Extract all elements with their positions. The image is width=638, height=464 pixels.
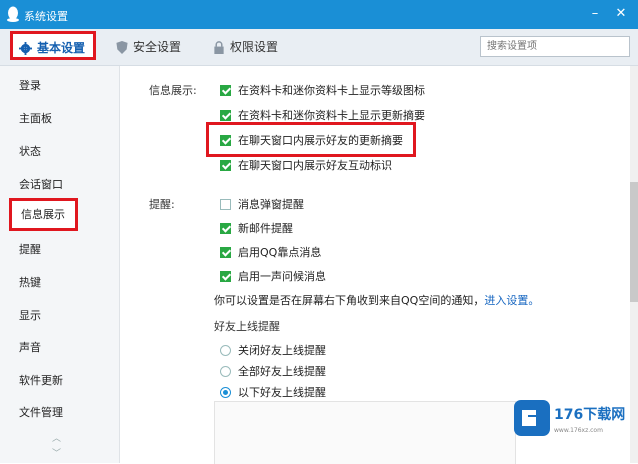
title-bar: 系统设置 – ✕ xyxy=(0,0,638,29)
lock-icon xyxy=(214,41,224,54)
qq-penguin-icon xyxy=(7,6,19,22)
checkbox[interactable] xyxy=(220,270,231,282)
enter-settings-link[interactable]: 进入设置。 xyxy=(484,294,539,307)
sidebar-item-info-display[interactable]: 信息展示 xyxy=(9,198,78,231)
option-level-icon[interactable]: 在资料卡和迷你资料卡上显示等级图标 xyxy=(220,82,425,98)
minimize-button[interactable]: – xyxy=(584,4,606,24)
sidebar-item-reminders[interactable]: 提醒 xyxy=(0,234,119,266)
option-selected-online-reminder[interactable]: 以下好友上线提醒 xyxy=(220,384,326,400)
tab-basic-settings[interactable]: 基本设置 xyxy=(10,31,96,60)
checkbox[interactable] xyxy=(220,222,231,234)
highlight-box xyxy=(206,122,416,157)
window-title: 系统设置 xyxy=(24,10,68,23)
checkbox[interactable] xyxy=(220,246,231,258)
settings-tabs: 基本设置 安全设置 权限设置 xyxy=(0,29,638,66)
radio[interactable] xyxy=(220,344,231,356)
sidebar-item-main-panel[interactable]: 主面板 xyxy=(0,103,119,135)
option-greeting[interactable]: 启用一声问候消息 xyxy=(220,268,326,284)
sidebar-scroll-up-icon[interactable]: ︿ xyxy=(52,431,61,444)
option-disable-online-reminder[interactable]: 关闭好友上线提醒 xyxy=(220,342,326,358)
checkbox[interactable] xyxy=(220,159,231,171)
watermark-brand: 176下载网 xyxy=(554,407,626,423)
friend-list-box[interactable] xyxy=(214,401,516,464)
checkbox[interactable] xyxy=(220,109,231,121)
close-button[interactable]: ✕ xyxy=(610,4,632,24)
reminders-label: 提醒: xyxy=(149,198,175,211)
sidebar: 登录 主面板 状态 会话窗口 信息展示 提醒 热键 显示 声音 软件更新 文件管… xyxy=(0,66,120,463)
content-scrollbar-thumb[interactable] xyxy=(630,182,638,302)
tab-label: 基本设置 xyxy=(37,41,86,55)
radio[interactable] xyxy=(220,365,231,377)
option-popup-reminder[interactable]: 消息弹窗提醒 xyxy=(220,196,304,212)
checkbox[interactable] xyxy=(220,84,231,96)
search-input[interactable] xyxy=(480,36,630,57)
sidebar-scroll-down-icon[interactable]: ﹀ xyxy=(52,446,61,459)
sidebar-item-display[interactable]: 显示 xyxy=(0,300,119,332)
info-display-label: 信息展示: xyxy=(149,84,197,97)
radio[interactable] xyxy=(220,386,231,398)
tab-security-settings[interactable]: 安全设置 xyxy=(116,35,181,59)
sidebar-item-software-update[interactable]: 软件更新 xyxy=(0,365,119,397)
checkbox[interactable] xyxy=(220,198,231,210)
option-new-mail[interactable]: 新邮件提醒 xyxy=(220,220,293,236)
option-qq-message[interactable]: 启用QQ靠点消息 xyxy=(220,244,321,260)
sidebar-item-sound[interactable]: 声音 xyxy=(0,332,119,364)
sidebar-item-file-management[interactable]: 文件管理 xyxy=(0,397,119,429)
friend-online-label: 好友上线提醒 xyxy=(214,320,280,333)
option-update-summary[interactable]: 在资料卡和迷你资料卡上显示更新摘要 xyxy=(220,107,425,123)
gear-icon xyxy=(19,42,32,55)
tab-label: 权限设置 xyxy=(230,40,279,54)
tab-label: 安全设置 xyxy=(133,40,182,54)
option-all-online-reminder[interactable]: 全部好友上线提醒 xyxy=(220,363,326,379)
qzone-notice-text: 你可以设置是否在屏幕右下角收到来自QQ空间的通知，进入设置。 xyxy=(214,294,540,307)
sidebar-item-chat-window[interactable]: 会话窗口 xyxy=(0,169,119,201)
watermark-url: www.176xz.com xyxy=(554,427,603,434)
sidebar-item-login[interactable]: 登录 xyxy=(0,70,119,102)
shield-icon xyxy=(116,41,128,54)
tab-permission-settings[interactable]: 权限设置 xyxy=(213,35,278,59)
sidebar-item-status[interactable]: 状态 xyxy=(0,136,119,168)
option-interaction-badge[interactable]: 在聊天窗口内展示好友互动标识 xyxy=(220,157,392,173)
sidebar-item-hotkeys[interactable]: 热键 xyxy=(0,267,119,299)
